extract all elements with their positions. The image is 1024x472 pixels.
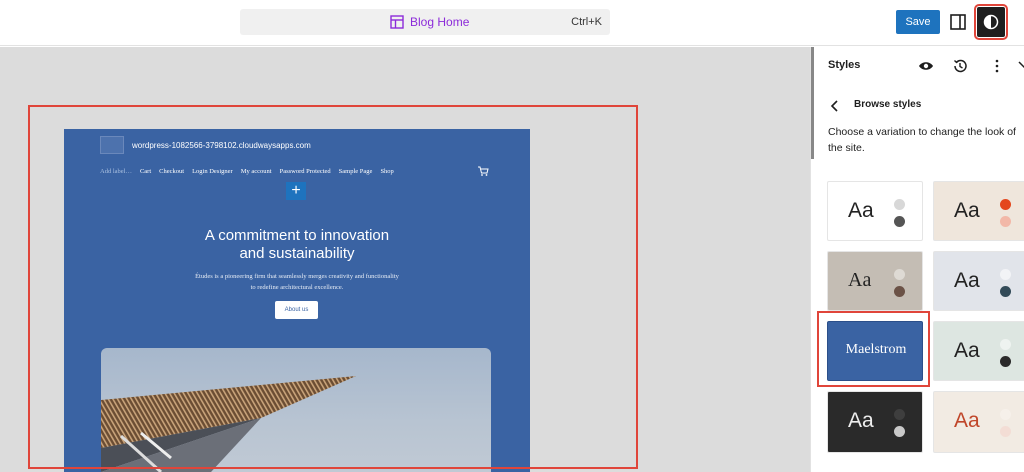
color-swatch — [1000, 199, 1011, 210]
variation-preview-text: Aa — [954, 409, 980, 432]
variation-preview-text: Aa — [954, 199, 980, 222]
browse-styles-description: Choose a variation to change the look of… — [828, 126, 1016, 154]
variation-preview-text: Aa — [848, 199, 874, 222]
variation-preview-text: Aa — [848, 269, 872, 291]
template-highlight — [28, 105, 638, 469]
sidebar-scrollbar[interactable] — [811, 47, 814, 159]
color-swatch — [1000, 409, 1011, 420]
color-swatch — [1000, 269, 1011, 280]
style-variation-3[interactable]: Aa — [827, 251, 923, 311]
save-button[interactable]: Save — [896, 10, 940, 34]
variation-preview-text: Aa — [954, 269, 980, 292]
browse-styles-heading: Browse styles — [854, 99, 922, 110]
command-bar[interactable]: Blog Home Ctrl+K — [240, 9, 610, 35]
close-icon[interactable] — [1016, 57, 1024, 75]
editor-canvas: wordpress-1082566-3798102.cloudwaysapps.… — [0, 47, 810, 472]
style-variation-8[interactable]: Aa — [933, 391, 1024, 453]
color-swatch — [894, 409, 905, 420]
sidebar-title: Styles — [828, 59, 861, 71]
editor-top-bar: Blog Home Ctrl+K Save — [0, 0, 1024, 46]
more-vertical-icon[interactable] — [990, 57, 1004, 75]
document-title: Blog Home — [410, 15, 470, 29]
contrast-icon — [983, 14, 999, 30]
sidebar-toggle-icon[interactable] — [948, 12, 968, 32]
style-variation-6[interactable]: Aa — [933, 321, 1024, 381]
style-variation-2[interactable]: Aa — [933, 181, 1024, 241]
color-swatch — [894, 269, 905, 280]
style-variation-4[interactable]: Aa — [933, 251, 1024, 311]
style-variation-7[interactable]: Aa — [827, 391, 923, 453]
chevron-left-icon[interactable] — [828, 99, 842, 113]
variation-preview-text: Aa — [848, 409, 874, 432]
history-icon[interactable] — [952, 58, 968, 74]
selected-variation-highlight — [817, 311, 930, 387]
command-shortcut: Ctrl+K — [571, 16, 602, 28]
color-swatch — [1000, 216, 1011, 227]
variation-preview-text: Aa — [954, 339, 980, 362]
color-swatch — [894, 216, 905, 227]
color-swatch — [894, 426, 905, 437]
color-swatch — [1000, 286, 1011, 297]
styles-button[interactable] — [974, 4, 1008, 40]
template-icon — [390, 15, 404, 29]
color-swatch — [1000, 426, 1011, 437]
color-swatch — [894, 199, 905, 210]
style-variation-default[interactable]: Aa — [827, 181, 923, 241]
eye-icon[interactable] — [918, 58, 934, 74]
color-swatch — [894, 286, 905, 297]
color-swatch — [1000, 356, 1011, 367]
color-swatch — [1000, 339, 1011, 350]
